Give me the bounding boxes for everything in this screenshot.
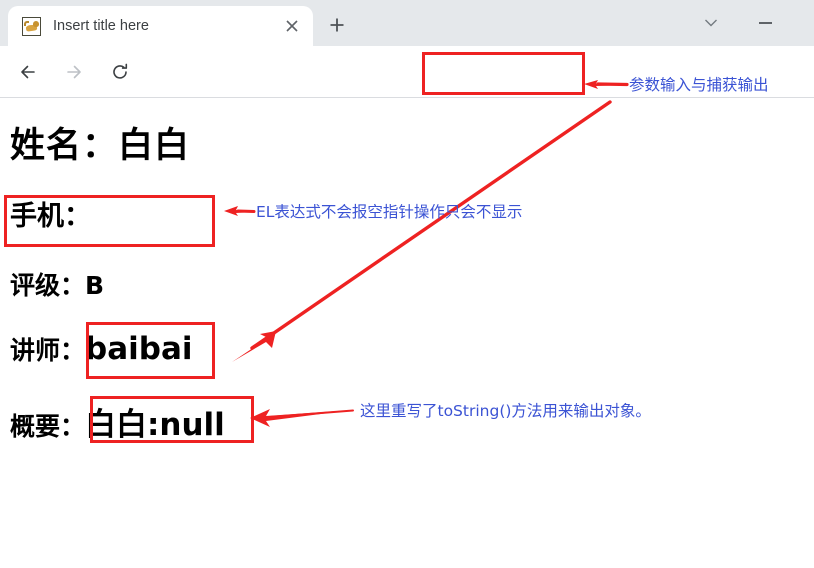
annotation-note-phone: EL表达式不会报空指针操作只会不显示 [256, 203, 523, 221]
annotation-box-summary [90, 396, 254, 443]
field-name: 姓名：白白 [10, 117, 190, 168]
chevron-down-icon[interactable] [696, 8, 726, 38]
field-grade: 评级：B [10, 266, 104, 302]
new-tab-button[interactable] [322, 10, 352, 40]
annotation-box-phone [4, 195, 215, 247]
field-teacher-label: 讲师： [10, 336, 86, 365]
minimize-button[interactable] [748, 8, 782, 38]
field-summary-label: 概要： [10, 412, 86, 441]
annotation-box-teacher [86, 322, 215, 379]
tomcat-favicon-icon [22, 16, 41, 36]
annotation-note-url: 参数输入与捕获输出 [629, 76, 769, 94]
annotation-note-summary: 这里重写了toString()方法用来输出对象。 [360, 402, 651, 420]
tab-title: Insert title here [53, 18, 149, 34]
browser-titlebar: Insert title here [0, 0, 814, 46]
back-button[interactable] [12, 56, 44, 88]
field-name-value: 白白 [118, 126, 191, 166]
annotation-box-url [422, 52, 585, 95]
field-name-label: 姓名： [10, 126, 119, 166]
close-icon[interactable] [279, 13, 305, 39]
field-grade-label: 评级： [10, 271, 86, 300]
browser-window: Insert title here 姓名：白白 手机： 评级：B 讲师：baib… [0, 0, 814, 568]
forward-button[interactable] [58, 56, 90, 88]
browser-tab[interactable]: Insert title here [8, 6, 313, 46]
reload-button[interactable] [104, 56, 136, 88]
field-grade-value: B [85, 271, 105, 300]
